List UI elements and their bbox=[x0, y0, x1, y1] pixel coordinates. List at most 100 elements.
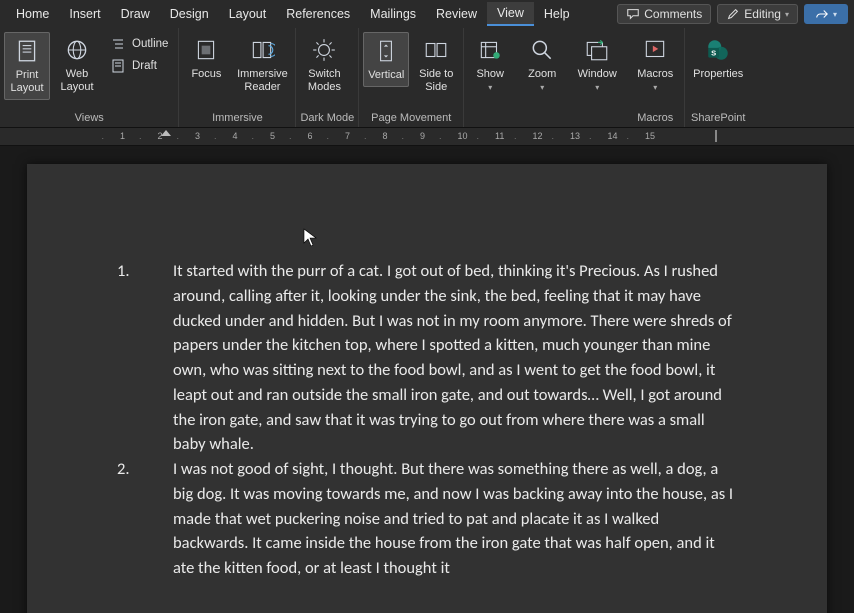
ribbon-pagemovement-group: Vertical Side to Side Page Movement bbox=[359, 28, 464, 127]
side-to-side-label: Side to Side bbox=[415, 68, 457, 94]
ribbon-macros-group: Macros ▾ Macros bbox=[626, 28, 685, 127]
focus-icon bbox=[192, 36, 220, 64]
comments-button[interactable]: Comments bbox=[617, 4, 711, 24]
web-layout-label: Web Layout bbox=[56, 68, 98, 94]
immersive-reader-icon bbox=[248, 36, 276, 64]
menu-review[interactable]: Review bbox=[426, 3, 487, 25]
list-text[interactable]: I was not good of sight, I thought. But … bbox=[173, 457, 737, 581]
editing-button[interactable]: Editing ▾ bbox=[717, 4, 798, 24]
list-number: 2. bbox=[117, 457, 173, 581]
print-layout-label: Print Layout bbox=[7, 69, 47, 95]
ribbon-macros-label: Macros bbox=[630, 110, 680, 127]
zoom-icon bbox=[528, 36, 556, 64]
chevron-down-icon: ▾ bbox=[653, 83, 657, 93]
menu-references[interactable]: References bbox=[276, 3, 360, 25]
menu-design[interactable]: Design bbox=[160, 3, 219, 25]
chevron-down-icon: ▾ bbox=[833, 10, 837, 19]
pencil-icon bbox=[726, 7, 740, 21]
ribbon-views-label: Views bbox=[4, 110, 174, 127]
switch-modes-icon bbox=[310, 36, 338, 64]
ribbon-zoom-empty bbox=[520, 110, 564, 127]
ruler-number: 3 bbox=[195, 131, 200, 141]
ruler-number: 7 bbox=[345, 131, 350, 141]
ribbon-pagemovement-label: Page Movement bbox=[363, 110, 459, 127]
properties-button[interactable]: S Properties bbox=[689, 32, 747, 85]
print-layout-icon bbox=[13, 37, 41, 65]
document-area[interactable]: 1. It started with the purr of a cat. I … bbox=[0, 146, 854, 613]
menu-help[interactable]: Help bbox=[534, 3, 580, 25]
ribbon-immersive-label: Immersive bbox=[183, 110, 291, 127]
list-number: 1. bbox=[117, 259, 173, 457]
draft-icon bbox=[110, 58, 126, 74]
ruler-number: 2 bbox=[158, 131, 163, 141]
svg-text:S: S bbox=[711, 48, 716, 57]
draft-label: Draft bbox=[132, 60, 157, 72]
outline-icon bbox=[110, 36, 126, 52]
comment-icon bbox=[626, 7, 640, 21]
ruler-number: 1 bbox=[120, 131, 125, 141]
list-item: 2. I was not good of sight, I thought. B… bbox=[117, 457, 737, 581]
horizontal-ruler[interactable]: ·1·2·3·4·5·6·7·8·9·10·11·12·13·14·15 bbox=[0, 128, 854, 146]
show-icon bbox=[476, 36, 504, 64]
switch-modes-button[interactable]: Switch Modes bbox=[300, 32, 348, 98]
share-button[interactable]: ▾ bbox=[804, 4, 848, 24]
ruler-number: 9 bbox=[420, 131, 425, 141]
zoom-button[interactable]: Zoom ▾ bbox=[520, 32, 564, 97]
ruler-number: 5 bbox=[270, 131, 275, 141]
show-label: Show bbox=[476, 68, 504, 81]
macros-label: Macros bbox=[637, 68, 673, 81]
ribbon-darkmode-group: Switch Modes Dark Mode bbox=[296, 28, 359, 127]
vertical-icon bbox=[372, 37, 400, 65]
menu-layout[interactable]: Layout bbox=[219, 3, 277, 25]
ruler-number: 12 bbox=[533, 131, 543, 141]
web-layout-icon bbox=[63, 36, 91, 64]
menu-insert[interactable]: Insert bbox=[59, 3, 110, 25]
ruler-number: 4 bbox=[233, 131, 238, 141]
ribbon-show-empty bbox=[468, 110, 512, 127]
ribbon-window-empty bbox=[572, 110, 622, 127]
comments-label: Comments bbox=[644, 7, 702, 21]
ruler-number: 15 bbox=[645, 131, 655, 141]
draft-button[interactable]: Draft bbox=[106, 56, 172, 76]
window-button[interactable]: Window ▾ bbox=[572, 32, 622, 97]
focus-label: Focus bbox=[191, 68, 221, 81]
ribbon-zoom-group: Zoom ▾ bbox=[516, 28, 568, 127]
print-layout-button[interactable]: Print Layout bbox=[4, 32, 50, 100]
outline-button[interactable]: Outline bbox=[106, 34, 172, 54]
vertical-button[interactable]: Vertical bbox=[363, 32, 409, 87]
web-layout-button[interactable]: Web Layout bbox=[54, 32, 100, 98]
immersive-reader-button[interactable]: Immersive Reader bbox=[233, 32, 291, 98]
menu-home[interactable]: Home bbox=[6, 3, 59, 25]
zoom-label: Zoom bbox=[528, 68, 556, 81]
right-margin-marker[interactable] bbox=[715, 130, 717, 142]
list-text[interactable]: It started with the purr of a cat. I got… bbox=[173, 259, 737, 457]
ribbon-window-group: Window ▾ bbox=[568, 28, 626, 127]
ruler-number: 6 bbox=[308, 131, 313, 141]
window-label: Window bbox=[578, 68, 617, 81]
chevron-down-icon: ▾ bbox=[785, 10, 789, 19]
side-to-side-button[interactable]: Side to Side bbox=[413, 32, 459, 98]
chevron-down-icon: ▾ bbox=[540, 83, 544, 93]
outline-label: Outline bbox=[132, 38, 168, 50]
ruler-number: 10 bbox=[458, 131, 468, 141]
ruler-number: 13 bbox=[570, 131, 580, 141]
menu-mailings[interactable]: Mailings bbox=[360, 3, 426, 25]
side-to-side-icon bbox=[422, 36, 450, 64]
focus-button[interactable]: Focus bbox=[183, 32, 229, 85]
immersive-reader-label: Immersive Reader bbox=[235, 68, 289, 94]
macros-button[interactable]: Macros ▾ bbox=[630, 32, 680, 97]
ruler-number: 14 bbox=[608, 131, 618, 141]
menu-view[interactable]: View bbox=[487, 2, 534, 26]
ribbon-immersive-group: Focus Immersive Reader Immersive bbox=[179, 28, 296, 127]
ribbon-sharepoint-group: S Properties SharePoint bbox=[685, 28, 751, 127]
ribbon-views-group: Print Layout Web Layout Outline bbox=[0, 28, 179, 127]
sharepoint-icon: S bbox=[704, 36, 732, 64]
menu-draw[interactable]: Draw bbox=[111, 3, 160, 25]
document-page[interactable]: 1. It started with the purr of a cat. I … bbox=[27, 164, 827, 613]
vertical-label: Vertical bbox=[368, 69, 404, 82]
ribbon-darkmode-label: Dark Mode bbox=[300, 110, 354, 127]
switch-modes-label: Switch Modes bbox=[302, 68, 346, 94]
properties-label: Properties bbox=[693, 68, 743, 81]
ribbon-show-group: Show ▾ bbox=[464, 28, 516, 127]
show-button[interactable]: Show ▾ bbox=[468, 32, 512, 97]
